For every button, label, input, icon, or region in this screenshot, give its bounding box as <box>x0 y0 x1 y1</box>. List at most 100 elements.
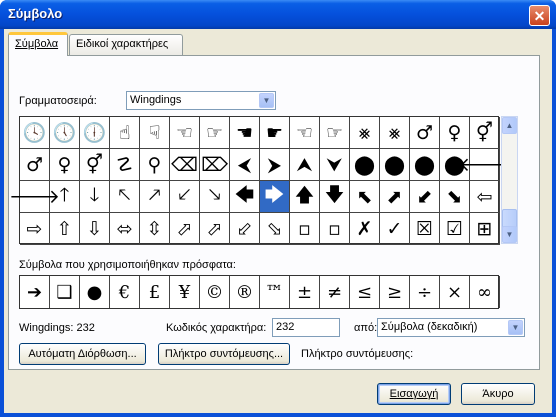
symbol-cell[interactable]: 🡆 <box>260 181 290 213</box>
symbol-cell[interactable]: 🡔 <box>110 181 140 213</box>
insert-button[interactable]: Εισαγωγή <box>377 383 451 405</box>
symbol-cell[interactable]: ☑ <box>440 213 470 245</box>
symbol-cell[interactable]: ⇳ <box>140 213 170 245</box>
scroll-up-button[interactable]: ▲ <box>502 117 517 134</box>
symbol-cell[interactable]: ⚥ <box>80 149 110 181</box>
recent-symbol-cell[interactable]: ® <box>230 276 260 308</box>
symbol-cell[interactable]: 🕓 <box>20 117 50 149</box>
chevron-down-icon[interactable]: ▼ <box>259 93 274 108</box>
symbol-cell[interactable]: ♀ <box>440 117 470 149</box>
symbol-cell[interactable]: ⬊ <box>440 181 470 213</box>
recent-symbol-cell[interactable]: ≥ <box>380 276 410 308</box>
symbol-cell[interactable]: ⨳ <box>380 117 410 149</box>
recent-symbol-cell[interactable]: ™ <box>260 276 290 308</box>
recent-symbol-cell[interactable]: © <box>200 276 230 308</box>
symbol-cell[interactable]: ☜ <box>290 117 320 149</box>
chevron-down-icon: ▼ <box>505 230 514 239</box>
symbol-cell[interactable]: ☒ <box>410 213 440 245</box>
recent-symbol-cell[interactable]: ≠ <box>320 276 350 308</box>
close-icon: ✕ <box>533 7 546 24</box>
recent-symbol-cell[interactable]: ≤ <box>350 276 380 308</box>
symbol-cell[interactable]: ✗ <box>350 213 380 245</box>
symbol-cell[interactable]: ⮝ <box>290 149 320 181</box>
cancel-button[interactable]: Άκυρο <box>461 383 535 405</box>
symbol-cell[interactable]: 🡓 <box>80 181 110 213</box>
symbol-cell[interactable]: ⬤ <box>410 149 440 181</box>
symbol-cell[interactable]: ⊞ <box>470 213 500 245</box>
font-select-value: Wingdings <box>130 94 182 106</box>
symbol-cell[interactable]: 🡅 <box>290 181 320 213</box>
tab-special-characters[interactable]: Ειδικοί χαρακτήρες <box>69 34 183 55</box>
symbol-cell[interactable]: ☝ <box>110 117 140 149</box>
symbol-cell[interactable]: ⬋ <box>410 181 440 213</box>
close-button[interactable]: ✕ <box>529 5 550 26</box>
recent-symbol-cell[interactable]: € <box>110 276 140 308</box>
symbol-cell[interactable]: ⬄ <box>110 213 140 245</box>
shortcut-key-label: Πλήκτρο συντόμευσης... <box>164 348 284 360</box>
symbol-cell[interactable]: ♂ <box>410 117 440 149</box>
symbol-cell[interactable]: ⇦ <box>470 181 500 213</box>
recent-symbol-cell[interactable]: ➔ <box>20 276 50 308</box>
symbol-cell[interactable]: ▫ <box>320 213 350 245</box>
symbol-cell[interactable]: 🡄 <box>230 181 260 213</box>
window-title: Σύμβολο <box>8 6 63 21</box>
recent-symbol-cell[interactable]: ¥ <box>170 276 200 308</box>
recent-symbol-cell[interactable]: × <box>440 276 470 308</box>
symbol-cell[interactable]: ⚲ <box>140 149 170 181</box>
from-select[interactable]: Σύμβολα (δεκαδική) ▼ <box>377 318 525 337</box>
title-bar[interactable]: Σύμβολο ✕ <box>0 0 556 29</box>
recent-symbol-cell[interactable]: ÷ <box>410 276 440 308</box>
shortcut-key-button[interactable]: Πλήκτρο συντόμευσης... <box>158 343 290 365</box>
symbol-cell[interactable]: ⌫ <box>170 149 200 181</box>
symbol-cell[interactable]: 🡑 <box>50 181 80 213</box>
symbol-cell[interactable]: 🡒 <box>9 181 60 213</box>
symbol-cell[interactable]: ⬂ <box>260 213 290 245</box>
recent-symbol-cell[interactable]: ∞ <box>470 276 500 308</box>
recent-symbol-cell[interactable]: ± <box>290 276 320 308</box>
symbol-cell[interactable]: ▫ <box>290 213 320 245</box>
symbol-cell[interactable]: ⚥ <box>470 117 500 149</box>
symbol-cell[interactable]: ♀ <box>50 149 80 181</box>
symbol-cell[interactable]: ⬀ <box>200 213 230 245</box>
symbol-cell[interactable]: ⇩ <box>80 213 110 245</box>
symbol-cell[interactable]: ☚ <box>230 117 260 149</box>
symbol-cell[interactable]: ⮟ <box>320 149 350 181</box>
symbol-cell[interactable]: ⇨ <box>20 213 50 245</box>
symbol-cell[interactable]: ♂ <box>20 149 50 181</box>
symbol-cell[interactable]: 🕔 <box>50 117 80 149</box>
symbol-cell[interactable]: ⇧ <box>50 213 80 245</box>
autocorrect-button[interactable]: Αυτόματη Διόρθωση... <box>19 343 146 365</box>
symbol-cell[interactable]: ✓ <box>380 213 410 245</box>
symbol-cell[interactable]: ☜ <box>170 117 200 149</box>
symbol-cell[interactable]: ⬃ <box>230 213 260 245</box>
symbol-cell[interactable]: 🡇 <box>320 181 350 213</box>
recent-symbol-cell[interactable]: £ <box>140 276 170 308</box>
scroll-down-button[interactable]: ▼ <box>502 226 517 243</box>
symbol-cell[interactable]: ⬉ <box>350 181 380 213</box>
font-select[interactable]: Wingdings ▼ <box>126 91 276 110</box>
grid-scrollbar[interactable]: ▲ ▼ <box>501 116 518 244</box>
tab-symbols[interactable]: Σύμβολα <box>8 32 68 56</box>
symbol-cell[interactable]: 🡖 <box>200 181 230 213</box>
symbol-cell[interactable]: ☛ <box>260 117 290 149</box>
char-code-input[interactable]: 232 <box>272 318 340 337</box>
symbol-cell[interactable]: ⬀ <box>170 213 200 245</box>
symbol-cell[interactable]: 🡕 <box>140 181 170 213</box>
symbol-cell[interactable]: ⨳ <box>350 117 380 149</box>
symbol-cell[interactable]: 🕕 <box>80 117 110 149</box>
recent-symbol-cell[interactable]: ❑ <box>50 276 80 308</box>
symbol-cell[interactable]: ☞ <box>320 117 350 149</box>
symbol-cell[interactable]: ⬤ <box>380 149 410 181</box>
symbol-cell[interactable]: ☡ <box>110 149 140 181</box>
symbol-cell[interactable]: ☟ <box>140 117 170 149</box>
symbol-cell[interactable]: ⮜ <box>230 149 260 181</box>
symbol-cell[interactable]: ☞ <box>200 117 230 149</box>
symbol-cell[interactable]: 🡗 <box>170 181 200 213</box>
symbol-cell[interactable]: ⬤ <box>350 149 380 181</box>
symbol-cell[interactable]: ⮞ <box>260 149 290 181</box>
symbol-cell[interactable]: 🡐 <box>459 149 510 181</box>
chevron-down-icon[interactable]: ▼ <box>508 320 523 335</box>
recent-symbol-cell[interactable]: ● <box>80 276 110 308</box>
symbol-cell[interactable]: ⬈ <box>380 181 410 213</box>
symbol-cell[interactable]: ⌦ <box>200 149 230 181</box>
